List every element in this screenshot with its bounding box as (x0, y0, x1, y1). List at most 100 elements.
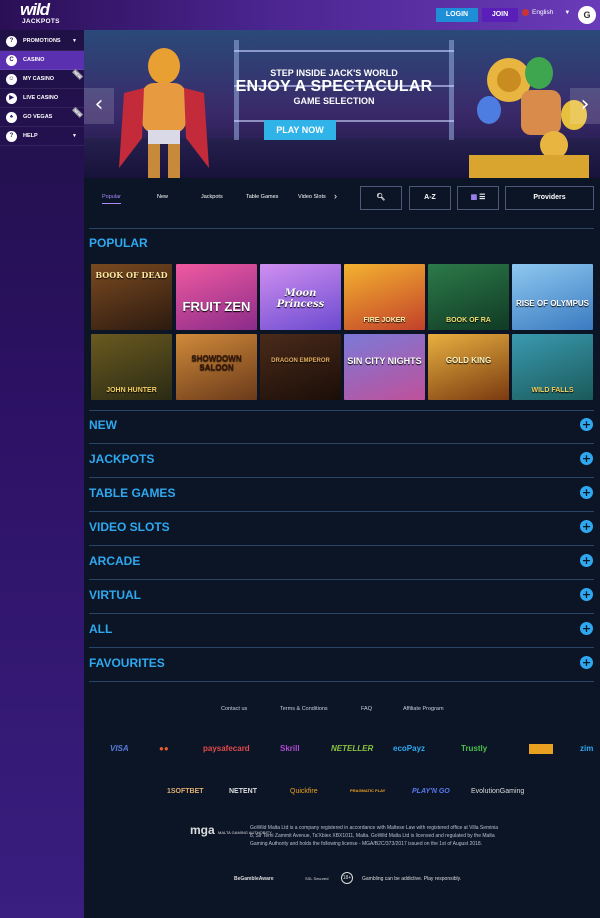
carousel-prev-arrow-icon[interactable]: ‹ (84, 88, 114, 124)
tab-table-games[interactable]: Table Games (246, 194, 278, 200)
neteller-logo: NETELLER (331, 744, 374, 753)
expand-plus-icon[interactable]: + (580, 520, 593, 533)
tab-new[interactable]: New (157, 194, 168, 200)
1softbet-logo: 1SOFTBET (167, 788, 204, 795)
footer-link-faq[interactable]: FAQ (361, 706, 372, 712)
view-toggle-button[interactable]: ▦ ☰ (457, 186, 499, 210)
sidebar-item-my-casino[interactable]: ☺ MY CASINO NEW (0, 68, 84, 89)
wrestler-illustration (119, 48, 209, 178)
sidebar-item-help[interactable]: ? HELP ▼ (0, 127, 84, 146)
sidebar-item-promotions[interactable]: ? PROMOTIONS ▼ (0, 32, 84, 51)
game-tile-sin-city-nights[interactable]: SIN CITY NIGHTS (344, 334, 425, 400)
chevron-down-icon: ▼ (72, 38, 77, 44)
hero-banner[interactable]: STEP INSIDE JACK'S WORLD ENJOY A SPECTAC… (84, 30, 600, 178)
category-label: VIRTUAL (89, 588, 141, 602)
category-row-arcade[interactable]: ARCADE + (89, 546, 594, 580)
carousel-next-arrow-icon[interactable]: › (570, 88, 600, 124)
quickfire-logo: Quickfire (290, 788, 318, 795)
game-tile-gold-king[interactable]: GOLD KING (428, 334, 509, 400)
casino-icon: C (6, 54, 17, 66)
expand-plus-icon[interactable]: + (580, 486, 593, 499)
ecopayz-logo: ecoPayz (393, 744, 426, 753)
netent-logo: NETENT (229, 788, 257, 795)
expand-plus-icon[interactable]: + (580, 588, 593, 601)
tab-popular[interactable]: Popular (102, 194, 121, 204)
tab-jackpots[interactable]: Jackpots (201, 194, 223, 200)
wild-jackpots-logo[interactable]: wild JACKPOTS (20, 0, 64, 28)
section-divider (89, 228, 594, 229)
paysafecard-logo: paysafecard (203, 744, 250, 753)
sidebar-item-label: CASINO (23, 57, 45, 63)
login-button[interactable]: LOGIN (436, 8, 478, 22)
sidebar-item-label: LIVE CASINO (23, 95, 59, 101)
game-name: BOOK OF DEAD (95, 270, 168, 280)
game-tile-dragon-emperor[interactable]: DRAGON EMPEROR (260, 334, 341, 400)
play-icon: ▶ (6, 92, 17, 104)
expand-plus-icon[interactable]: + (580, 656, 593, 669)
category-row-video-slots[interactable]: VIDEO SLOTS + (89, 512, 594, 546)
begambleaware-logo[interactable]: BeGambleAware (234, 876, 274, 882)
hero-subtitle: STEP INSIDE JACK'S WORLD (270, 68, 398, 78)
game-tile-book-of-ra[interactable]: BOOK OF RA (428, 264, 509, 330)
category-label: VIDEO SLOTS (89, 520, 170, 534)
hero-title: ENJOY A SPECTACULAR (235, 78, 433, 95)
top-bar: wild JACKPOTS LOGIN JOIN English ▼ G (0, 0, 600, 30)
game-tile-fire-joker[interactable]: FIRE JOKER (344, 264, 425, 330)
legal-text: GoWild Malta Ltd is a company registered… (250, 825, 498, 847)
join-button[interactable]: JOIN (482, 8, 518, 22)
sidebar-item-casino[interactable]: C CASINO (0, 51, 84, 70)
language-selector[interactable]: English ▼ (522, 9, 570, 16)
footer-link-contact[interactable]: Contact us (221, 706, 247, 712)
chevron-down-icon: ▼ (564, 9, 571, 16)
footer-link-terms[interactable]: Terms & Conditions (280, 706, 328, 712)
game-name: BOOK OF RA (446, 317, 491, 324)
expand-plus-icon[interactable]: + (580, 418, 593, 431)
game-filter-bar: Popular New Jackpots Table Games Video S… (84, 178, 600, 222)
game-name: GOLD KING (445, 356, 492, 365)
game-tile-showdown-saloon[interactable]: SHOWDOWN SALOON (176, 334, 257, 400)
game-tile-rise-of-olympus[interactable]: RISE OF OLYMPUS (512, 264, 593, 330)
language-label: English (532, 9, 554, 16)
expand-plus-icon[interactable]: + (580, 622, 593, 635)
mastercard-logo: ●● (159, 744, 169, 753)
sidebar-item-go-vegas[interactable]: ♠ GO VEGAS NEW (0, 106, 84, 127)
tab-video-slots[interactable]: Video Slots (298, 194, 326, 200)
game-name: SIN CITY NIGHTS (347, 356, 422, 366)
avatar[interactable]: G (578, 6, 596, 24)
category-row-all[interactable]: ALL + (89, 614, 594, 648)
logo-jackpots-text: JACKPOTS (22, 18, 60, 25)
footer-link-affiliate[interactable]: Affiliate Program (403, 706, 444, 712)
providers-button[interactable]: Providers (505, 186, 594, 210)
search-button[interactable]: 🔍︎ (360, 186, 402, 210)
category-label: ARCADE (89, 554, 141, 568)
sidebar-item-live-casino[interactable]: ▶ LIVE CASINO (0, 89, 84, 108)
new-badge: NEW (71, 106, 84, 119)
trustly-logo: Trustly (461, 744, 488, 753)
sort-az-button[interactable]: A-Z (409, 186, 451, 210)
game-tile-wild-falls[interactable]: WILD FALLS (512, 334, 593, 400)
play-now-button[interactable]: PLAY NOW (264, 120, 336, 140)
ring-rope (234, 50, 454, 52)
pragmatic-play-logo: PRAGMATIC PLAY (350, 788, 386, 793)
expand-plus-icon[interactable]: + (580, 452, 593, 465)
game-tile-moon-princess[interactable]: Moon Princess (260, 264, 341, 330)
hero-tagline: GAME SELECTION (293, 96, 375, 106)
category-row-virtual[interactable]: VIRTUAL + (89, 580, 594, 614)
age-18-badge: 18+ (341, 872, 353, 884)
list-view-icon: ☰ (479, 194, 486, 201)
sidebar-item-label: PROMOTIONS (23, 38, 61, 44)
sidebar-item-label: GO VEGAS (23, 114, 53, 120)
game-name: FIRE JOKER (363, 317, 406, 324)
new-badge: NEW (71, 68, 84, 81)
category-row-new[interactable]: NEW + (89, 410, 594, 444)
game-tile-book-of-dead[interactable]: BOOK OF DEAD (91, 264, 172, 330)
sidebar: ? PROMOTIONS ▼ C CASINO ☺ MY CASINO NEW … (0, 30, 84, 918)
category-row-favourites[interactable]: FAVOURITES + (89, 648, 594, 682)
game-tile-john-hunter[interactable]: JOHN HUNTER (91, 334, 172, 400)
game-tile-fruit-zen[interactable]: FRUIT ZEN (176, 264, 257, 330)
category-row-table-games[interactable]: TABLE GAMES + (89, 478, 594, 512)
category-row-jackpots[interactable]: JACKPOTS + (89, 444, 594, 478)
expand-plus-icon[interactable]: + (580, 554, 593, 567)
grid-view-icon: ▦ (470, 194, 478, 201)
chevron-right-icon[interactable]: › (334, 191, 337, 201)
